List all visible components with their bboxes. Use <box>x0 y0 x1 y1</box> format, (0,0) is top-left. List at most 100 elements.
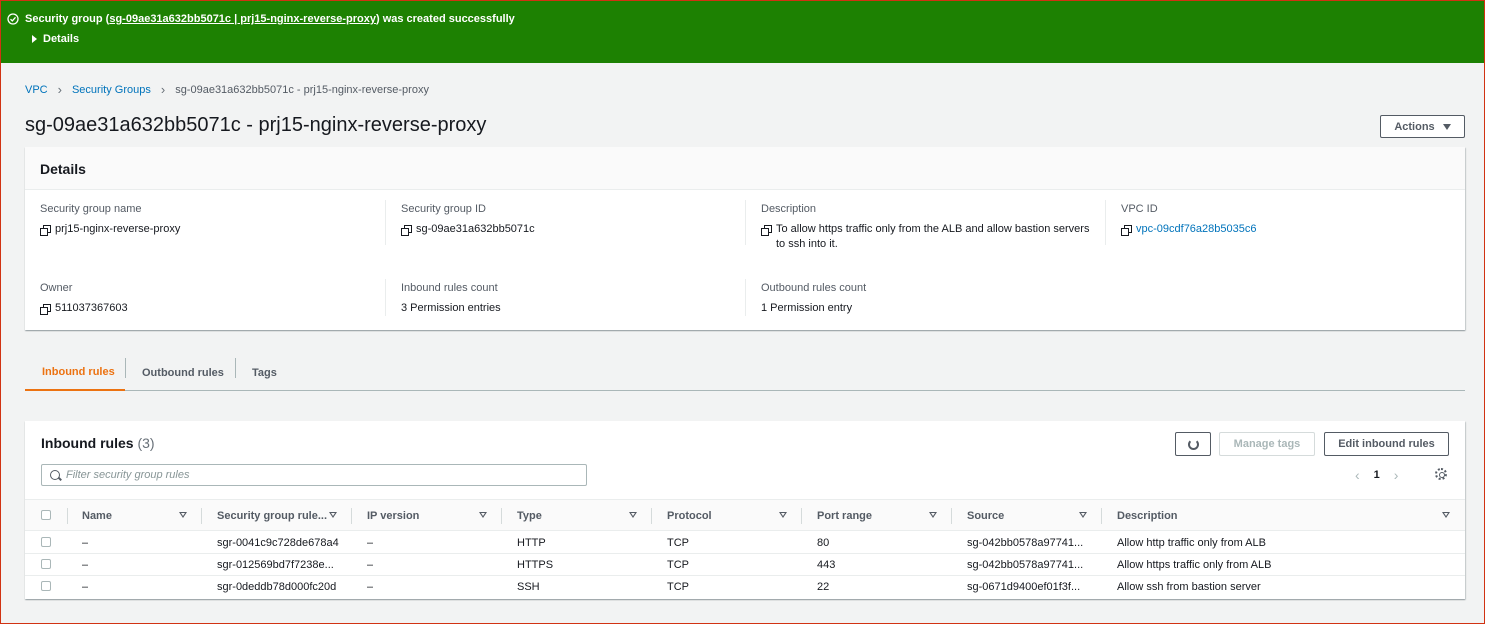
cell-ip-version: – <box>367 559 374 571</box>
table-row[interactable]: – sgr-0deddb78d000fc20d – SSH TCP 22 sg-… <box>25 576 1465 598</box>
breadcrumb-current: sg-09ae31a632bb5071c - prj15-nginx-rever… <box>175 83 429 96</box>
column-divider <box>1101 508 1102 524</box>
divider <box>1105 200 1106 245</box>
field-owner: Owner 511037367603 <box>40 282 128 316</box>
field-outbound-count: Outbound rules count 1 Permission entry <box>761 282 866 316</box>
caret-right-icon <box>32 35 37 43</box>
field-sg-name: Security group name prj15-nginx-reverse-… <box>40 203 180 237</box>
copy-icon[interactable] <box>40 304 51 315</box>
tab-outbound-rules[interactable]: Outbound rules <box>142 355 224 391</box>
cell-description: Allow ssh from bastion server <box>1117 581 1261 593</box>
cell-ip-version: – <box>367 581 374 593</box>
flash-sg-link[interactable]: sg-09ae31a632bb5071c | prj15-nginx-rever… <box>109 13 376 25</box>
cell-port-range: 80 <box>817 537 830 549</box>
cell-protocol: TCP <box>667 581 689 593</box>
column-header-port-range[interactable]: Port range <box>817 500 872 532</box>
column-header-protocol[interactable]: Protocol <box>667 500 712 532</box>
column-header-type[interactable]: Type <box>517 500 542 532</box>
column-divider <box>201 508 202 524</box>
column-header-source[interactable]: Source <box>967 500 1004 532</box>
filter-placeholder: Filter security group rules <box>66 469 190 481</box>
refresh-icon <box>1187 438 1199 450</box>
vpc-id-link[interactable]: vpc-09cdf76a28b5035c6 <box>1136 222 1256 237</box>
tab-tags[interactable]: Tags <box>252 355 277 391</box>
column-header-rule-id[interactable]: Security group rule... <box>217 500 327 532</box>
column-header-name[interactable]: Name <box>82 500 112 532</box>
page-number[interactable]: 1 <box>1374 469 1380 481</box>
flash-message: Security group (sg-09ae31a632bb5071c | p… <box>7 13 515 25</box>
sort-icon[interactable] <box>929 512 937 518</box>
cell-source: sg-042bb0578a97741... <box>967 559 1084 571</box>
breadcrumb: VPC › Security Groups › sg-09ae31a632bb5… <box>25 82 429 97</box>
column-header-description[interactable]: Description <box>1117 500 1178 532</box>
field-value: 3 Permission entries <box>401 302 501 314</box>
actions-button[interactable]: Actions <box>1380 115 1465 138</box>
cell-rule-id: sgr-0deddb78d000fc20d <box>217 581 337 593</box>
cell-description: Allow https traffic only from ALB <box>1117 559 1272 571</box>
edit-inbound-rules-button[interactable]: Edit inbound rules <box>1324 432 1449 456</box>
field-label: Security group ID <box>401 203 486 215</box>
copy-icon[interactable] <box>761 225 772 236</box>
sort-icon[interactable] <box>179 512 187 518</box>
field-label: Description <box>761 203 817 215</box>
chevron-right-icon: › <box>57 82 62 97</box>
gear-icon[interactable] <box>1435 468 1447 480</box>
cell-name: – <box>82 559 89 571</box>
sort-icon[interactable] <box>479 512 487 518</box>
sort-icon[interactable] <box>1442 512 1450 518</box>
cell-source: sg-0671d9400ef01f3f... <box>967 581 1081 593</box>
search-icon <box>50 470 60 480</box>
cell-type: SSH <box>517 581 540 593</box>
row-checkbox[interactable] <box>41 559 51 569</box>
chevron-left-icon[interactable]: ‹ <box>1355 467 1360 483</box>
sort-icon[interactable] <box>779 512 787 518</box>
check-circle-icon <box>7 13 19 25</box>
row-checkbox[interactable] <box>41 581 51 591</box>
copy-icon[interactable] <box>401 225 412 236</box>
field-description: Description To allow https traffic only … <box>761 203 1101 252</box>
chevron-right-icon[interactable]: › <box>1394 467 1399 483</box>
divider <box>745 200 746 245</box>
field-sg-id: Security group ID sg-09ae31a632bb5071c <box>401 203 535 237</box>
row-checkbox[interactable] <box>41 537 51 547</box>
copy-icon[interactable] <box>40 225 51 236</box>
column-header-ip-version[interactable]: IP version <box>367 500 419 532</box>
copy-icon[interactable] <box>1121 225 1132 236</box>
column-divider <box>651 508 652 524</box>
breadcrumb-security-groups[interactable]: Security Groups <box>72 84 151 96</box>
tab-inbound-rules[interactable]: Inbound rules <box>25 355 125 391</box>
details-header: Details <box>25 147 1465 190</box>
column-divider <box>67 508 68 524</box>
flash-prefix: Security group ( <box>25 13 110 25</box>
refresh-button[interactable] <box>1175 432 1211 456</box>
tab-divider <box>125 358 126 378</box>
cell-name: – <box>82 537 89 549</box>
sort-icon[interactable] <box>1079 512 1087 518</box>
flash-details-toggle[interactable]: Details <box>32 33 79 45</box>
page-title: sg-09ae31a632bb5071c - prj15-nginx-rever… <box>25 114 487 136</box>
field-label: Inbound rules count <box>401 282 498 294</box>
select-all-checkbox[interactable] <box>41 510 51 520</box>
breadcrumb-vpc[interactable]: VPC <box>25 84 48 96</box>
filter-input[interactable]: Filter security group rules <box>41 464 587 486</box>
cell-protocol: TCP <box>667 537 689 549</box>
tabs: Inbound rules Outbound rules Tags <box>25 355 1465 391</box>
sort-icon[interactable] <box>629 512 637 518</box>
cell-port-range: 443 <box>817 559 836 571</box>
cell-source: sg-042bb0578a97741... <box>967 537 1084 549</box>
field-label: Owner <box>40 282 73 294</box>
manage-tags-button[interactable]: Manage tags <box>1219 432 1315 456</box>
table-row[interactable]: – sgr-0041c9c728de678a4 – HTTP TCP 80 sg… <box>25 532 1465 554</box>
field-value: To allow https traffic only from the ALB… <box>776 223 1090 250</box>
divider <box>385 279 386 316</box>
cell-port-range: 22 <box>817 581 830 593</box>
actions-label: Actions <box>1394 120 1435 133</box>
divider <box>745 279 746 316</box>
field-value: prj15-nginx-reverse-proxy <box>55 223 181 235</box>
sort-icon[interactable] <box>329 512 337 518</box>
column-divider <box>501 508 502 524</box>
divider <box>385 200 386 245</box>
table-row[interactable]: – sgr-012569bd7f7238e... – HTTPS TCP 443… <box>25 554 1465 576</box>
tab-divider <box>235 358 236 378</box>
cell-type: HTTP <box>517 537 546 549</box>
